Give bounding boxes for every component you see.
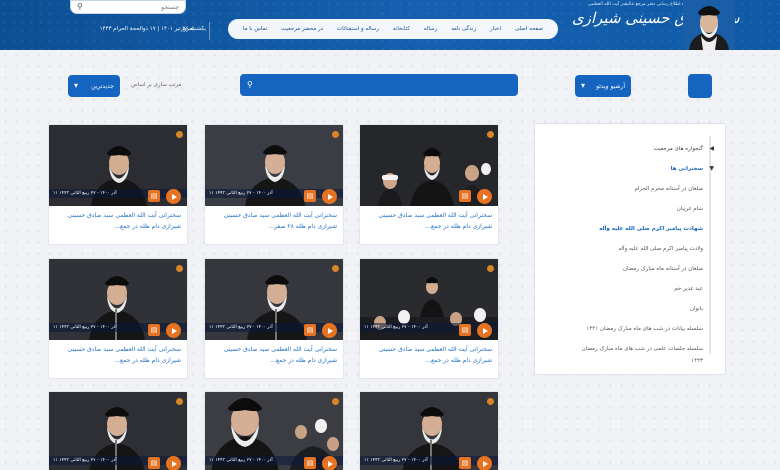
sidebar-item[interactable]: بانوان (690, 306, 703, 312)
chevron-down-icon: ▾ (74, 81, 79, 90)
sort-dropdown-value: جدیدترین (91, 82, 114, 90)
sidebar-item[interactable]: عید غدیر خم (674, 286, 703, 292)
play-icon[interactable] (166, 189, 181, 204)
nav-item-marjaiyat[interactable]: در محضر مرجعیت (281, 26, 323, 32)
archive-dropdown-value: آرشیو ویدئو (596, 82, 625, 90)
channel-logo-icon (176, 131, 183, 138)
site-logo[interactable]: پایگاه اطلاع رسانی دفتر مرجع عالیقدر آیت… (572, 2, 740, 48)
video-card[interactable]: ▤ سخنرانی آیت الله العظمی سید صادق حسینی… (359, 124, 499, 245)
video-title-link[interactable]: سخنرانی آیت الله العظمی سید صادق حسینی ش… (205, 206, 343, 244)
video-card[interactable]: ۱۱ آذر ۱۴۰۰ - ۲۷ ربیع الثانی ۱۴۴۳ ▤ سخنر… (204, 124, 344, 245)
nav-item-treatise[interactable]: رساله (424, 26, 438, 32)
video-card[interactable]: ۱۱ آذر ۱۴۰۰ - ۲۷ ربیع الثانی ۱۴۴۳ ▤ سخنر… (48, 124, 188, 245)
play-icon[interactable] (477, 323, 492, 338)
brand-name: سید صادق حسینی شیرازی (572, 9, 740, 27)
video-card[interactable]: ۱۱ آذر ۱۴۰۰ - ۲۷ ربیع الثانی ۱۴۴۳ ▤ سخنر… (204, 258, 344, 379)
library-icon[interactable]: ▤ (148, 457, 160, 469)
video-thumbnail[interactable]: ۱۱ آذر ۱۴۰۰ - ۲۷ ربیع الثانی ۱۴۴۳ ▤ (49, 392, 187, 470)
channel-logo-icon (332, 131, 339, 138)
sidebar-item[interactable]: شهادت پیامبر اکرم صلی الله علیه وآله (599, 226, 703, 232)
video-thumbnail[interactable]: ۱۱ آذر ۱۴۰۰ - ۲۷ ربیع الثانی ۱۴۴۳ ▤ (205, 125, 343, 206)
header-search[interactable]: ⚲ (70, 0, 186, 14)
play-icon[interactable] (322, 189, 337, 204)
nav-item-biography[interactable]: زندگی نامه (451, 26, 476, 32)
archive-dropdown[interactable]: ▾ آرشیو ویدئو (575, 75, 631, 97)
channel-logo-icon (332, 398, 339, 405)
video-title-link[interactable]: سخنرانی آیت الله العظمی سید صادق حسینی ش… (360, 340, 498, 378)
video-title-link[interactable]: سخنرانی آیت الله العظمی سید صادق حسینی ش… (205, 340, 343, 378)
video-card[interactable]: ۱۱ آذر ۱۴۰۰ - ۲۷ ربیع الثانی ۱۴۴۳ ▤ (204, 391, 344, 470)
video-card[interactable]: ۱۱ آذر ۱۴۰۰ - ۲۷ ربیع الثانی ۱۴۴۳ ▤ (359, 391, 499, 470)
video-card[interactable]: ۱۱ آذر ۱۴۰۰ - ۲۷ ربیع الثانی ۱۴۴۳ ▤ سخنر… (48, 258, 188, 379)
play-icon[interactable] (477, 189, 492, 204)
sidebar-item-speeches[interactable]: سخنرانی ها (671, 166, 703, 172)
library-icon[interactable]: ▤ (304, 324, 316, 336)
video-thumbnail[interactable]: ۱۱ آذر ۱۴۰۰ - ۲۷ ربیع الثانی ۱۴۴۳ ▤ (49, 259, 187, 340)
header-search-input[interactable] (99, 3, 179, 11)
sidebar-item-marjaiyat-treasury[interactable]: گنجواره های مرجعیت (654, 146, 703, 152)
sidebar-item[interactable]: مبلغان در آستانه ماه مبارک رمضان (623, 266, 703, 272)
channel-logo-icon (487, 265, 494, 272)
search-icon[interactable]: ⚲ (247, 81, 253, 89)
channel-logo-icon (176, 265, 183, 272)
sidebar-item[interactable]: ولادت پیامبر اکرم صلی الله علیه وآله (618, 246, 703, 252)
video-thumbnail[interactable]: ۱۱ آذر ۱۴۰۰ - ۲۷ ربیع الثانی ۱۴۴۳ ▤ (205, 392, 343, 470)
video-thumbnail[interactable]: ۱۱ آذر ۱۴۰۰ - ۲۷ ربیع الثانی ۱۴۴۳ ▤ (49, 125, 187, 206)
caret-right-icon: ◀ (709, 145, 714, 152)
library-icon[interactable]: ▤ (148, 324, 160, 336)
library-icon[interactable]: ▤ (459, 190, 471, 202)
video-search-bar[interactable]: ⚲ (240, 74, 518, 96)
channel-logo-icon (487, 131, 494, 138)
video-search-input[interactable] (271, 82, 511, 88)
library-icon[interactable]: ▤ (304, 457, 316, 469)
sidebar-item[interactable]: سلسله جلسات علمی در شب های ماه مبارک رمض… (582, 346, 703, 352)
search-icon[interactable]: ⚲ (77, 3, 83, 11)
play-icon[interactable] (322, 456, 337, 470)
sidebar-item[interactable]: ۱۴۴۳ (691, 358, 703, 364)
nav-item-news[interactable]: اخبار (490, 26, 501, 32)
library-icon[interactable]: ▤ (459, 324, 471, 336)
nav-item-library[interactable]: کتابخانه (393, 26, 410, 32)
category-sidebar: ◀ گنجواره های مرجعیت ▼ سخنرانی ها مبلغان… (534, 123, 726, 375)
main-nav: صفحه اصلی اخبار زندگی نامه رساله کتابخان… (228, 19, 558, 39)
video-thumbnail[interactable]: ۱۱ آذر ۱۴۰۰ - ۲۷ ربیع الثانی ۱۴۴۳ ▤ (360, 392, 498, 470)
library-icon[interactable]: ▤ (304, 190, 316, 202)
chevron-down-icon: ▾ (581, 81, 586, 90)
play-icon[interactable] (477, 456, 492, 470)
sidebar-item[interactable]: سلسله بیانات در شب های ماه مبارک رمضان ۱… (586, 326, 703, 332)
nav-item-home[interactable]: صفحه اصلی (515, 26, 543, 32)
menu-square-button[interactable] (688, 74, 712, 98)
library-icon[interactable]: ▤ (459, 457, 471, 469)
caret-down-icon: ▼ (709, 165, 714, 172)
channel-logo-icon (176, 398, 183, 405)
nav-item-fatwas[interactable]: رساله و استفتائات (337, 26, 379, 32)
video-thumbnail[interactable]: ۱۱ آذر ۱۴۰۰ - ۲۷ ربیع الثانی ۱۴۴۳ ▤ (205, 259, 343, 340)
video-title-link[interactable]: سخنرانی آیت الله العظمی سید صادق حسینی ش… (360, 206, 498, 244)
sidebar-item[interactable]: مبلغان در آستانه محرم الحرام (634, 186, 703, 192)
video-title-link[interactable]: سخنرانی آیت الله العظمی سید صادق حسینی ش… (49, 206, 187, 244)
today-label: امروز (181, 26, 194, 32)
brand-tagline: پایگاه اطلاع رسانی دفتر مرجع عالیقدر آیت… (588, 2, 692, 7)
sort-label: مرتب سازی بر اساس (131, 82, 182, 88)
portrait-image (683, 0, 735, 50)
sort-dropdown[interactable]: ▾ جدیدترین (68, 75, 120, 97)
video-title-link[interactable]: سخنرانی آیت الله العظمی سید صادق حسینی ش… (49, 340, 187, 378)
video-card[interactable]: ۱۱ آذر ۱۴۰۰ - ۲۷ ربیع الثانی ۱۴۴۳ ▤ سخنر… (359, 258, 499, 379)
site-header: ⚲ یکشنبه ۲۶ تیر ۱۴۰۱ | ۱۷ ذوالحجة الحرام… (0, 0, 780, 50)
nav-item-contact[interactable]: تماس با ما (243, 26, 267, 32)
video-thumbnail[interactable]: ▤ (360, 125, 498, 206)
channel-logo-icon (487, 398, 494, 405)
header-divider (209, 22, 210, 40)
channel-logo-icon (332, 265, 339, 272)
library-icon[interactable]: ▤ (148, 190, 160, 202)
video-thumbnail[interactable]: ۱۱ آذر ۱۴۰۰ - ۲۷ ربیع الثانی ۱۴۴۳ ▤ (360, 259, 498, 340)
video-card[interactable]: ۱۱ آذر ۱۴۰۰ - ۲۷ ربیع الثانی ۱۴۴۳ ▤ (48, 391, 188, 470)
play-icon[interactable] (166, 323, 181, 338)
sidebar-item[interactable]: شام غریبان (677, 206, 703, 212)
play-icon[interactable] (166, 456, 181, 470)
play-icon[interactable] (322, 323, 337, 338)
